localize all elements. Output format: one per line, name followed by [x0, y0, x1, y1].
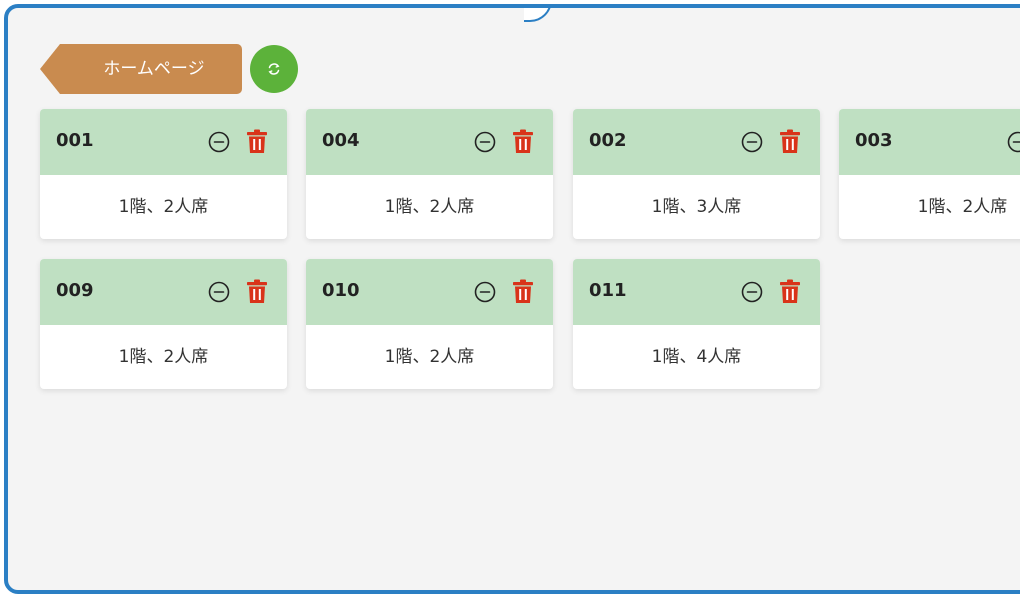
trash-icon[interactable] [779, 129, 801, 154]
minus-circle-icon[interactable] [208, 281, 230, 303]
table-card-header: 002 [573, 109, 820, 175]
table-info: 1階、3人席 [573, 175, 820, 239]
table-card[interactable]: 004 1階、2人席 [306, 109, 553, 239]
trash-icon[interactable] [512, 279, 534, 304]
table-info: 1階、2人席 [40, 175, 287, 239]
refresh-icon [267, 62, 281, 76]
trash-icon[interactable] [246, 279, 268, 304]
table-card-header: 004 [306, 109, 553, 175]
frame-notch [524, 4, 552, 22]
table-card-header: 010 [306, 259, 553, 325]
table-card-header: 009 [40, 259, 287, 325]
table-number: 009 [56, 280, 94, 301]
table-card-header: 003 [839, 109, 1020, 175]
minus-circle-icon[interactable] [741, 131, 763, 153]
table-number: 002 [589, 130, 627, 151]
minus-circle-icon[interactable] [1007, 131, 1020, 153]
table-card[interactable]: 011 1階、4人席 [573, 259, 820, 389]
minus-circle-icon[interactable] [208, 131, 230, 153]
table-info: 1階、2人席 [306, 325, 553, 389]
minus-circle-icon[interactable] [474, 281, 496, 303]
trash-icon[interactable] [512, 129, 534, 154]
refresh-button[interactable] [250, 45, 298, 93]
table-info: 1階、2人席 [40, 325, 287, 389]
table-card-header: 011 [573, 259, 820, 325]
table-info: 1階、4人席 [573, 325, 820, 389]
table-number: 004 [322, 130, 360, 151]
table-card[interactable]: 002 1階、3人席 [573, 109, 820, 239]
minus-circle-icon[interactable] [474, 131, 496, 153]
trash-icon[interactable] [246, 129, 268, 154]
table-card[interactable]: 001 1階、2人席 [40, 109, 287, 239]
table-info: 1階、2人席 [839, 175, 1020, 239]
home-button-arrow[interactable] [40, 44, 60, 94]
table-number: 010 [322, 280, 360, 301]
trash-icon[interactable] [779, 279, 801, 304]
table-card[interactable]: 009 1階、2人席 [40, 259, 287, 389]
table-number: 011 [589, 280, 627, 301]
table-number: 003 [855, 130, 893, 151]
app-frame: ホームページ 001 1階、2人席 004 1階、2人席 002 1階、3人席 003 1階、… [4, 4, 1020, 594]
minus-circle-icon[interactable] [741, 281, 763, 303]
table-card-header: 001 [40, 109, 287, 175]
table-info: 1階、2人席 [306, 175, 553, 239]
table-card[interactable]: 003 1階、2人席 [839, 109, 1020, 239]
home-button[interactable]: ホームページ [60, 44, 242, 94]
table-number: 001 [56, 130, 94, 151]
table-card[interactable]: 010 1階、2人席 [306, 259, 553, 389]
